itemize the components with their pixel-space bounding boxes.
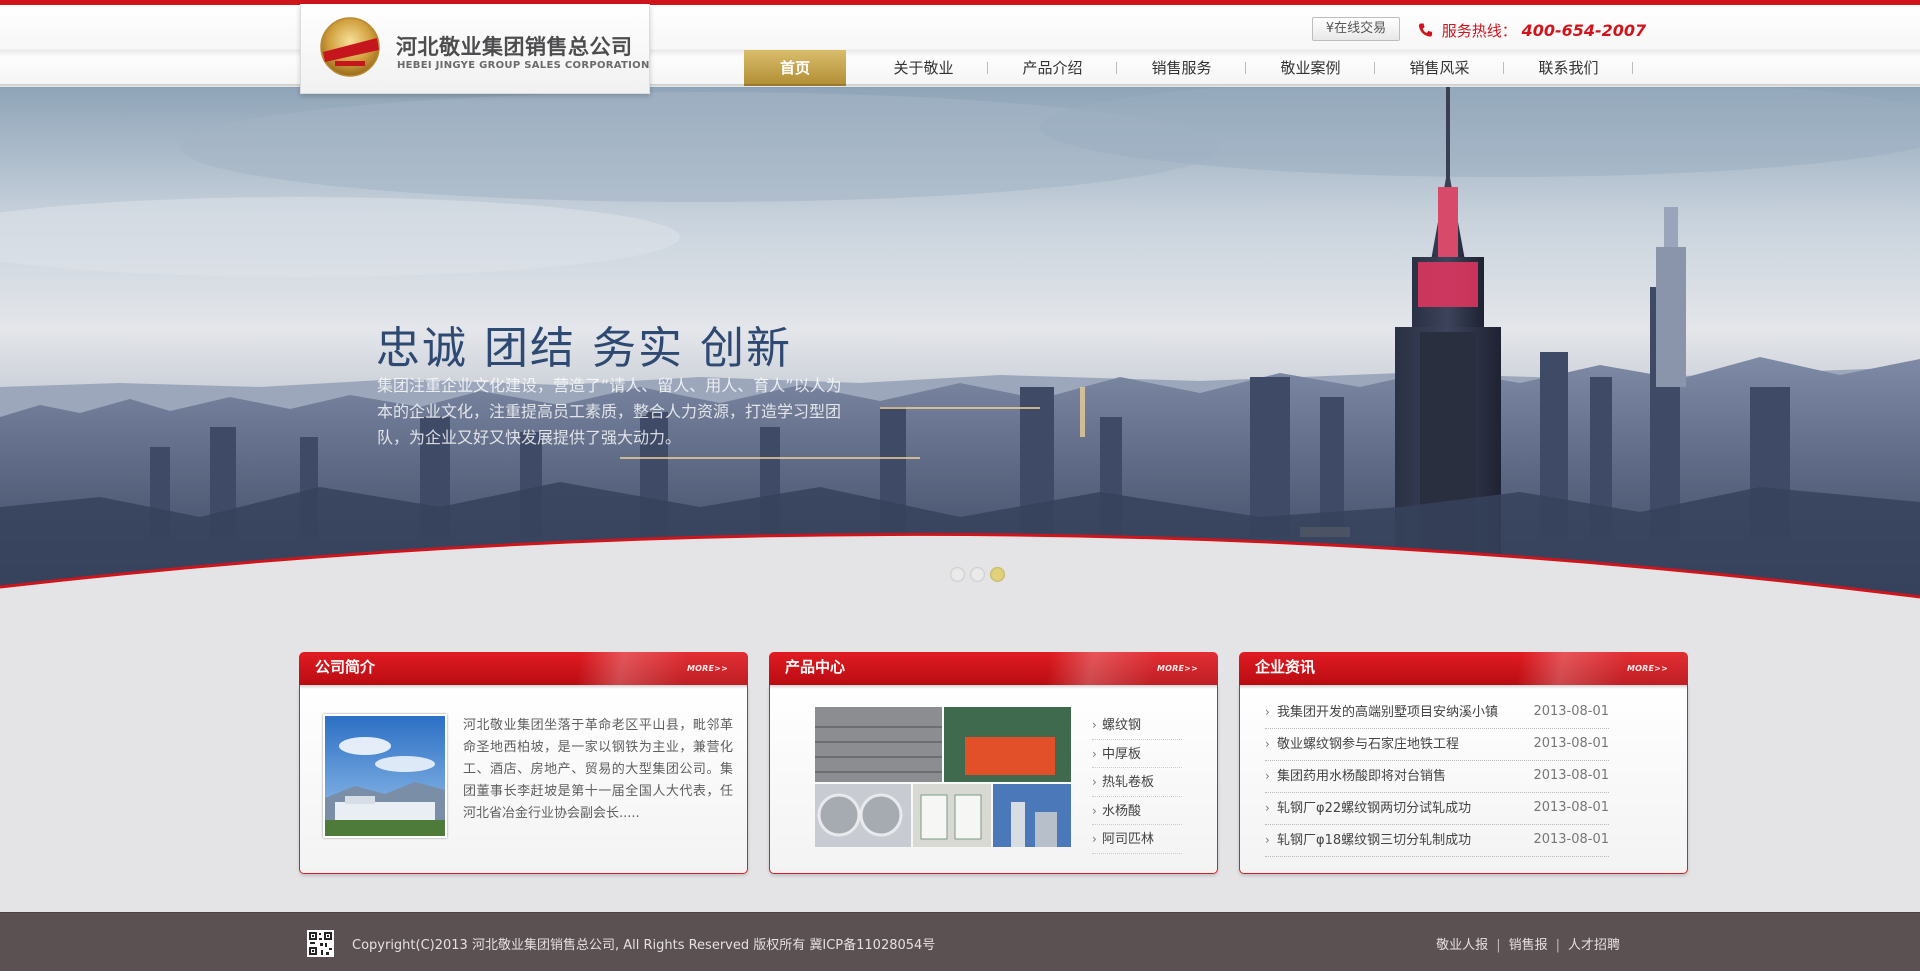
panel-body: 河北敬业集团坐落于革命老区平山县，毗邻革命圣地西柏坡，是一家以钢铁为主业，兼营化… bbox=[299, 685, 748, 874]
company-intro-text: 河北敬业集团坐落于革命老区平山县，毗邻革命圣地西柏坡，是一家以钢铁为主业，兼营化… bbox=[463, 718, 733, 821]
more-link[interactable]: MORE>> bbox=[1627, 664, 1668, 673]
company-photo[interactable] bbox=[323, 714, 447, 838]
banner-slogan: 忠诚 团结 务实 创新 bbox=[376, 323, 792, 374]
news-item[interactable]: › 集团药用水杨酸即将对台销售 2013-08-01 bbox=[1265, 761, 1609, 793]
product-item-plate[interactable]: › 中厚板 bbox=[1092, 740, 1182, 768]
nav-item-home[interactable]: 首页 bbox=[744, 50, 846, 86]
footer-link-recruitment[interactable]: 人才招聘 bbox=[1568, 938, 1620, 953]
slider-pagination bbox=[950, 567, 1005, 582]
footer: Copyright(C)2013 河北敬业集团销售总公司, All Rights… bbox=[0, 912, 1920, 971]
company-intro-panel: 公司简介 MORE>> 河北敬业集团坐落于革命老区平山县，毗邻革命圣地西柏坡，是… bbox=[299, 652, 748, 874]
nav-divider bbox=[1632, 62, 1633, 74]
banner-description: 集团注重企业文化建设，营造了“请人、留人、用人、育人”以人为本的企业文化，注重提… bbox=[377, 376, 842, 447]
footer-link-sales-paper[interactable]: 销售报 bbox=[1509, 938, 1548, 953]
nav-item-sales-service[interactable]: 销售服务 bbox=[1117, 50, 1246, 86]
chevron-right-icon: › bbox=[1092, 775, 1097, 789]
company-name-en: HEBEI JINGYE GROUP SALES CORPORATION bbox=[397, 60, 650, 71]
chevron-right-icon: › bbox=[1092, 832, 1097, 846]
company-news-panel: 企业资讯 MORE>> › 我集团开发的高端别墅项目安纳溪小镇 2013-08-01… bbox=[1239, 652, 1688, 874]
product-list: › 螺纹钢 › 中厚板 › 热轧卷板 › 水杨酸 › 阿司匹林 bbox=[1092, 711, 1182, 854]
panel-header: 产品中心 MORE>> bbox=[769, 652, 1218, 685]
product-item-rebar[interactable]: › 螺纹钢 bbox=[1092, 711, 1182, 740]
header-shadow bbox=[0, 84, 1920, 88]
company-name-cn: 河北敬业集团销售总公司 bbox=[396, 35, 633, 59]
chevron-right-icon: › bbox=[1092, 746, 1097, 761]
nav-item-cases[interactable]: 敬业案例 bbox=[1246, 50, 1375, 86]
news-item[interactable]: › 敬业螺纹钢参与石家庄地铁工程 2013-08-01 bbox=[1265, 729, 1609, 761]
phone-icon bbox=[1418, 23, 1433, 37]
more-link[interactable]: MORE>> bbox=[1157, 664, 1198, 673]
product-item-aspirin[interactable]: › 阿司匹林 bbox=[1092, 825, 1182, 854]
news-date: 2013-08-01 bbox=[1533, 736, 1609, 751]
slider-dot-active[interactable] bbox=[990, 567, 1005, 582]
service-hotline: 服务热线： 400-654-2007 bbox=[1418, 20, 1646, 41]
hotline-label: 服务热线： bbox=[1441, 22, 1517, 40]
news-item[interactable]: › 轧钢厂φ22螺纹钢两切分试轧成功 2013-08-01 bbox=[1265, 793, 1609, 825]
city-skyline-image bbox=[0, 87, 1920, 627]
product-item-salicylic-acid[interactable]: › 水杨酸 bbox=[1092, 797, 1182, 825]
chevron-right-icon: › bbox=[1265, 769, 1270, 783]
copyright-text: Copyright(C)2013 河北敬业集团销售总公司, All Rights… bbox=[352, 938, 936, 953]
more-link[interactable]: MORE>> bbox=[687, 664, 728, 673]
slider-dot[interactable] bbox=[970, 567, 985, 582]
main-nav: 首页 关于敬业 产品介绍 销售服务 敬业案例 销售风采 联系我们 bbox=[744, 50, 1633, 86]
panel-header: 企业资讯 MORE>> bbox=[1239, 652, 1688, 685]
news-date: 2013-08-01 bbox=[1533, 800, 1609, 815]
chevron-right-icon: › bbox=[1265, 801, 1270, 815]
chevron-right-icon: › bbox=[1092, 718, 1097, 732]
chevron-right-icon: › bbox=[1265, 737, 1270, 751]
nav-item-contact[interactable]: 联系我们 bbox=[1504, 50, 1633, 86]
news-date: 2013-08-01 bbox=[1533, 704, 1609, 719]
hotline-number: 400-654-2007 bbox=[1521, 21, 1647, 40]
nav-item-sales-style[interactable]: 销售风采 bbox=[1375, 50, 1504, 86]
slider-dot[interactable] bbox=[950, 567, 965, 582]
qr-code-icon[interactable] bbox=[307, 930, 334, 957]
news-item[interactable]: › 轧钢厂φ18螺纹钢三切分轧制成功 2013-08-01 bbox=[1265, 825, 1609, 857]
chevron-right-icon: › bbox=[1265, 833, 1270, 847]
panel-body: › 我集团开发的高端别墅项目安纳溪小镇 2013-08-01 › 敬业螺纹钢参与石家庄… bbox=[1239, 685, 1688, 874]
footer-link-newspaper[interactable]: 敬业人报 bbox=[1436, 938, 1488, 953]
news-item[interactable]: › 我集团开发的高端别墅项目安纳溪小镇 2013-08-01 bbox=[1265, 697, 1609, 729]
news-date: 2013-08-01 bbox=[1533, 768, 1609, 783]
hero-banner[interactable]: 忠诚 团结 务实 创新 集团注重企业文化建设，营造了“请人、留人、用人、育人”以… bbox=[0, 87, 1920, 627]
news-list: › 我集团开发的高端别墅项目安纳溪小镇 2013-08-01 › 敬业螺纹钢参与石家庄… bbox=[1265, 697, 1609, 857]
panel-title: 公司简介 bbox=[315, 658, 376, 676]
logo-emblem-icon bbox=[320, 17, 380, 77]
online-trade-button[interactable]: ¥在线交易 bbox=[1312, 17, 1400, 41]
panel-title: 企业资讯 bbox=[1255, 658, 1316, 676]
nav-item-about[interactable]: 关于敬业 bbox=[859, 50, 988, 86]
product-center-panel: 产品中心 MORE>> › 螺纹钢 › 中厚板 › 热轧卷板 › 水杨酸 › 阿… bbox=[769, 652, 1218, 874]
panel-header: 公司简介 MORE>> bbox=[299, 652, 748, 685]
panel-title: 产品中心 bbox=[785, 658, 846, 676]
chevron-right-icon: › bbox=[1092, 803, 1097, 818]
chevron-right-icon: › bbox=[1265, 705, 1270, 719]
product-collage[interactable] bbox=[815, 707, 1071, 847]
nav-item-products[interactable]: 产品介绍 bbox=[988, 50, 1117, 86]
news-date: 2013-08-01 bbox=[1533, 832, 1609, 847]
product-item-hot-rolled-coil[interactable]: › 热轧卷板 bbox=[1092, 768, 1182, 797]
panel-body: › 螺纹钢 › 中厚板 › 热轧卷板 › 水杨酸 › 阿司匹林 bbox=[769, 685, 1218, 874]
logo[interactable]: 河北敬业集团销售总公司 HEBEI JINGYE GROUP SALES COR… bbox=[300, 4, 650, 94]
footer-links: 敬业人报 | 销售报 | 人才招聘 bbox=[1436, 938, 1620, 953]
